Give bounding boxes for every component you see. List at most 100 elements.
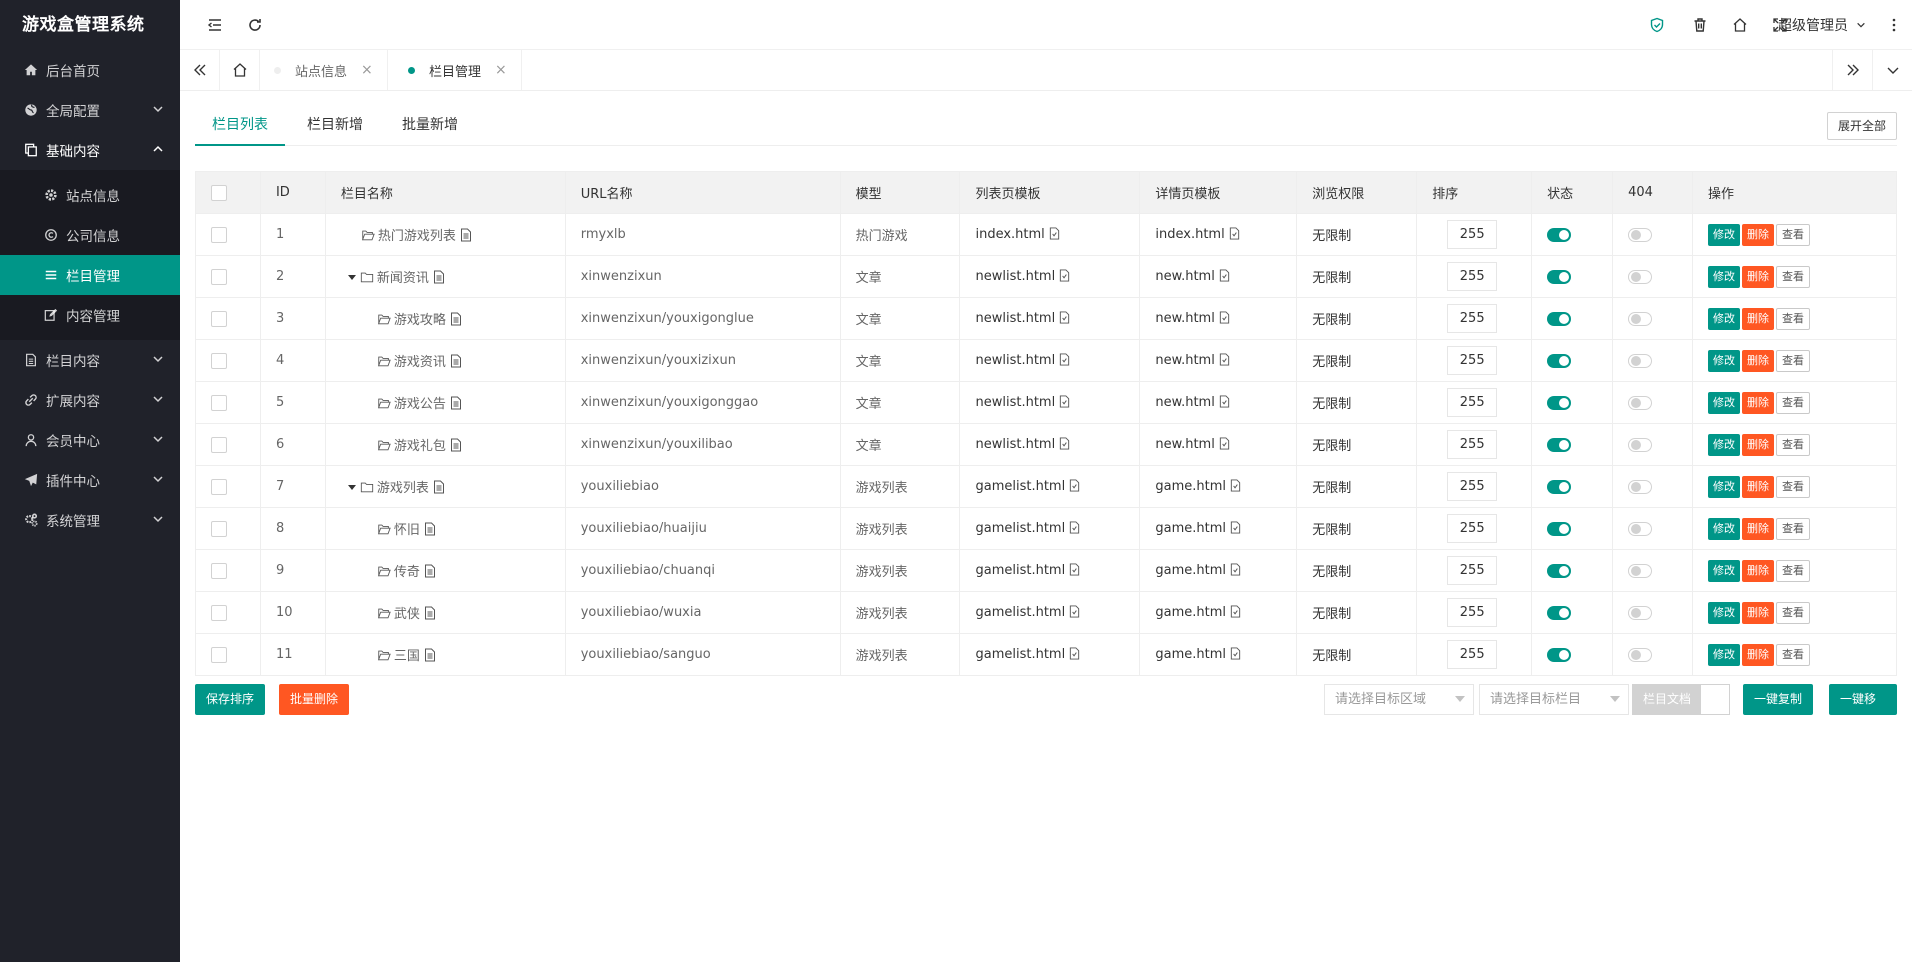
template-file-icon[interactable]	[1058, 437, 1071, 450]
sort-input[interactable]: 255	[1447, 430, 1498, 459]
template-file-icon[interactable]	[1218, 269, 1231, 282]
close-icon[interactable]: ×	[495, 62, 507, 78]
trash-icon[interactable]	[1690, 15, 1710, 35]
template-file-icon[interactable]	[1068, 647, 1081, 660]
sort-input[interactable]: 255	[1447, 514, 1498, 543]
row-checkbox[interactable]	[211, 436, 227, 453]
tab-batch-add[interactable]: 批量新增	[385, 91, 475, 146]
status-toggle[interactable]	[1547, 353, 1572, 368]
sidebar-item-company-info[interactable]: 公司信息	[0, 215, 180, 255]
row-checkbox[interactable]	[211, 604, 227, 621]
delete-button[interactable]: 删除	[1742, 643, 1775, 666]
menu-collapse-icon[interactable]	[205, 15, 225, 35]
sort-input[interactable]: 255	[1447, 556, 1498, 585]
template-file-icon[interactable]	[1048, 227, 1061, 240]
status-toggle[interactable]	[1547, 311, 1572, 326]
column-doc-toggle[interactable]: 栏目文档	[1632, 684, 1731, 715]
template-file-icon[interactable]	[1229, 647, 1242, 660]
view-button[interactable]: 查看	[1776, 265, 1811, 288]
row-checkbox[interactable]	[211, 352, 227, 369]
template-file-icon[interactable]	[1229, 521, 1242, 534]
status-toggle[interactable]	[1547, 227, 1572, 242]
edit-button[interactable]: 修改	[1708, 223, 1741, 246]
404-toggle[interactable]	[1628, 395, 1653, 410]
status-toggle[interactable]	[1547, 479, 1572, 494]
caret-down-icon[interactable]	[347, 482, 357, 492]
template-file-icon[interactable]	[1058, 395, 1071, 408]
edit-button[interactable]: 修改	[1708, 265, 1741, 288]
sidebar-item-system-management[interactable]: 系统管理	[0, 500, 180, 540]
view-button[interactable]: 查看	[1776, 349, 1811, 372]
target-area-select[interactable]: 请选择目标区域	[1324, 684, 1474, 715]
tabs-dropdown-icon[interactable]	[1872, 50, 1912, 90]
template-file-icon[interactable]	[1228, 227, 1241, 240]
404-toggle[interactable]	[1628, 269, 1653, 284]
view-button[interactable]: 查看	[1776, 307, 1811, 330]
expand-all-button[interactable]: 展开全部	[1826, 112, 1897, 140]
delete-button[interactable]: 删除	[1742, 223, 1775, 246]
shield-check-icon[interactable]	[1647, 15, 1667, 35]
404-toggle[interactable]	[1628, 353, 1653, 368]
template-file-icon[interactable]	[1068, 563, 1081, 576]
status-toggle[interactable]	[1547, 563, 1572, 578]
404-toggle[interactable]	[1628, 521, 1653, 536]
status-toggle[interactable]	[1547, 521, 1572, 536]
sidebar-item-home[interactable]: 后台首页	[0, 50, 180, 90]
tabs-scroll-left-icon[interactable]	[180, 50, 220, 90]
sidebar-item-site-info[interactable]: 站点信息	[0, 175, 180, 215]
caret-down-icon[interactable]	[347, 272, 357, 282]
row-checkbox[interactable]	[211, 562, 227, 579]
sort-input[interactable]: 255	[1447, 220, 1498, 249]
sidebar-item-plugin-center[interactable]: 插件中心	[0, 460, 180, 500]
delete-button[interactable]: 删除	[1742, 391, 1775, 414]
tab-column-list[interactable]: 栏目列表	[195, 91, 285, 146]
edit-button[interactable]: 修改	[1708, 475, 1741, 498]
template-file-icon[interactable]	[1068, 479, 1081, 492]
save-sort-button[interactable]: 保存排序	[195, 684, 266, 715]
view-button[interactable]: 查看	[1776, 391, 1811, 414]
edit-button[interactable]: 修改	[1708, 601, 1741, 624]
404-toggle[interactable]	[1628, 647, 1653, 662]
delete-button[interactable]: 删除	[1742, 475, 1775, 498]
sidebar-item-column-management[interactable]: 栏目管理	[0, 255, 180, 295]
row-checkbox[interactable]	[211, 520, 227, 537]
row-checkbox[interactable]	[211, 310, 227, 327]
edit-button[interactable]: 修改	[1708, 643, 1741, 666]
delete-button[interactable]: 删除	[1742, 601, 1775, 624]
template-file-icon[interactable]	[1058, 269, 1071, 282]
row-checkbox[interactable]	[211, 394, 227, 411]
close-icon[interactable]: ×	[361, 62, 373, 78]
target-column-select[interactable]: 请选择目标栏目	[1479, 684, 1629, 715]
delete-button[interactable]: 删除	[1742, 307, 1775, 330]
status-toggle[interactable]	[1547, 605, 1572, 620]
view-button[interactable]: 查看	[1776, 433, 1811, 456]
404-toggle[interactable]	[1628, 227, 1653, 242]
sort-input[interactable]: 255	[1447, 640, 1498, 669]
delete-button[interactable]: 删除	[1742, 265, 1775, 288]
template-file-icon[interactable]	[1229, 563, 1242, 576]
404-toggle[interactable]	[1628, 311, 1653, 326]
sort-input[interactable]: 255	[1447, 304, 1498, 333]
sort-input[interactable]: 255	[1447, 598, 1498, 627]
move-button[interactable]: 一键移动	[1829, 684, 1897, 737]
batch-delete-button[interactable]: 批量删除	[279, 684, 350, 715]
select-all-checkbox[interactable]	[211, 184, 227, 201]
copy-button[interactable]: 一键复制	[1743, 684, 1814, 715]
view-button[interactable]: 查看	[1776, 643, 1811, 666]
sort-input[interactable]: 255	[1447, 388, 1498, 417]
404-toggle[interactable]	[1628, 563, 1653, 578]
sidebar-item-extended-content[interactable]: 扩展内容	[0, 380, 180, 420]
more-vertical-icon[interactable]	[1884, 15, 1904, 35]
404-toggle[interactable]	[1628, 437, 1653, 452]
row-checkbox[interactable]	[211, 268, 227, 285]
sidebar-item-column-content[interactable]: 栏目内容	[0, 340, 180, 380]
edit-button[interactable]: 修改	[1708, 559, 1741, 582]
sort-input[interactable]: 255	[1447, 262, 1498, 291]
sidebar-item-content-management[interactable]: 内容管理	[0, 295, 180, 335]
view-button[interactable]: 查看	[1776, 475, 1811, 498]
status-toggle[interactable]	[1547, 269, 1572, 284]
row-checkbox[interactable]	[211, 478, 227, 495]
edit-button[interactable]: 修改	[1708, 349, 1741, 372]
row-checkbox[interactable]	[211, 226, 227, 243]
edit-button[interactable]: 修改	[1708, 433, 1741, 456]
